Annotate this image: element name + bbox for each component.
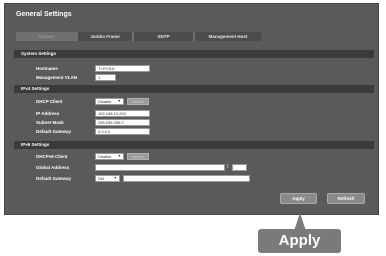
section-ipv6-settings: IPv6 Settings: [14, 141, 374, 149]
caret-down-icon: ▼: [117, 154, 121, 158]
dhcp-client-select[interactable]: Disable ▼: [95, 98, 124, 105]
ipv6-gateway-label: Default Gateway: [36, 176, 72, 181]
ip-address-input[interactable]: 192.168.10.200: [95, 110, 150, 117]
section-ipv4-settings: IPv4 Settings: [14, 85, 374, 93]
dhcpv6-client-label: DHCPv6 Client: [36, 154, 68, 159]
dhcpv6-client-value: Disable: [98, 154, 112, 159]
global-address-input[interactable]: [95, 164, 225, 171]
dhcp-client-label: DHCP Client: [36, 99, 63, 104]
default-gateway-label: Default Gateway: [36, 129, 72, 134]
refresh-button[interactable]: Refresh: [327, 193, 365, 204]
page-title: General Settings: [16, 11, 72, 18]
renew-v6-button[interactable]: Renew: [127, 153, 149, 160]
ipv6-gateway-select-value: Set: [98, 176, 105, 181]
ip-address-label: IP Address: [36, 111, 60, 116]
renew-button[interactable]: Renew: [127, 98, 149, 105]
tab-sntp[interactable]: SNTP: [134, 32, 195, 41]
apply-button[interactable]: Apply: [280, 193, 317, 204]
global-address-label: Global Address: [36, 165, 70, 170]
caret-down-icon: ▼: [113, 176, 117, 180]
prefix-length-input[interactable]: [232, 164, 247, 171]
tab-bar: System Jumbo Frame SNTP Management Host: [16, 32, 261, 41]
tab-system[interactable]: System: [16, 32, 78, 41]
dhcpv6-client-select[interactable]: Disable ▼: [95, 153, 124, 160]
hostname-label: Hostname: [36, 66, 58, 71]
tab-jumbo-frame[interactable]: Jumbo Frame: [78, 32, 134, 41]
dhcp-client-value: Disable: [98, 99, 112, 104]
caret-down-icon: ▼: [117, 99, 121, 103]
mgmt-vlan-label: Management VLAN: [36, 75, 78, 80]
hostname-input[interactable]: TI-PGS4/: [95, 65, 150, 72]
subnet-mask-input[interactable]: 255.255.255.0: [95, 119, 150, 126]
prefix-separator: /: [227, 164, 229, 170]
mgmt-vlan-input[interactable]: 1: [95, 74, 116, 81]
section-system-settings: System Settings: [14, 50, 374, 58]
tab-management-host[interactable]: Management Host: [195, 32, 261, 41]
ipv6-gateway-input[interactable]: [123, 175, 250, 182]
subnet-mask-label: Subnet Mask: [36, 120, 64, 125]
default-gateway-input[interactable]: 0.0.0.0: [95, 128, 150, 135]
ipv6-gateway-select[interactable]: Set ▼: [95, 175, 120, 182]
apply-callout: Apply: [258, 229, 341, 253]
